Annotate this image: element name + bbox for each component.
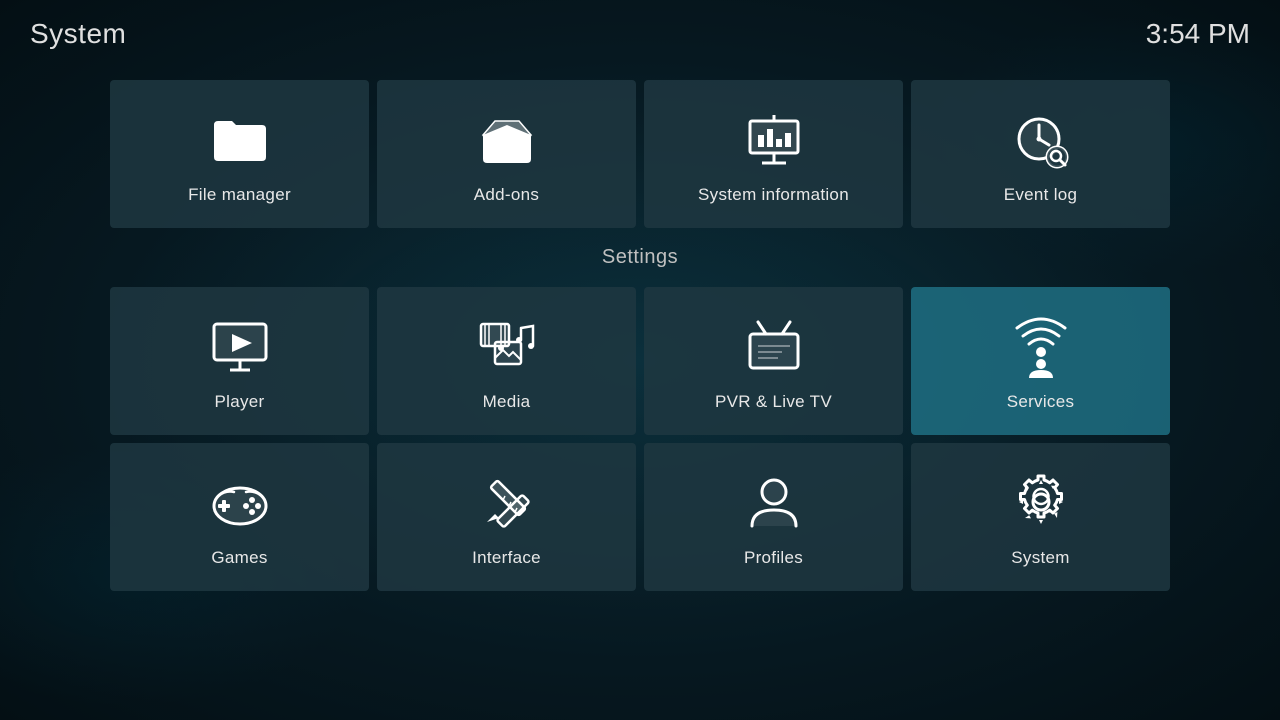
tile-media[interactable]: Media bbox=[377, 287, 636, 435]
settings-section: Settings Player bbox=[110, 246, 1170, 591]
games-icon bbox=[208, 470, 272, 534]
tile-games[interactable]: Games bbox=[110, 443, 369, 591]
profiles-icon bbox=[742, 470, 806, 534]
media-icon bbox=[475, 314, 539, 378]
tile-interface[interactable]: Interface bbox=[377, 443, 636, 591]
tile-file-manager-label: File manager bbox=[188, 185, 291, 205]
tile-event-log-label: Event log bbox=[1004, 185, 1078, 205]
player-icon bbox=[208, 314, 272, 378]
system-icon bbox=[1009, 470, 1073, 534]
tile-player-label: Player bbox=[215, 392, 265, 412]
add-ons-icon bbox=[475, 107, 539, 171]
system-information-icon bbox=[742, 107, 806, 171]
event-log-icon bbox=[1009, 107, 1073, 171]
tile-system-information[interactable]: System information bbox=[644, 80, 903, 228]
content: File manager Add-ons bbox=[110, 80, 1170, 680]
tile-file-manager[interactable]: File manager bbox=[110, 80, 369, 228]
tile-system[interactable]: System bbox=[911, 443, 1170, 591]
tile-event-log[interactable]: Event log bbox=[911, 80, 1170, 228]
tile-pvr-live-tv-label: PVR & Live TV bbox=[715, 392, 832, 412]
settings-row-1: Player bbox=[110, 287, 1170, 435]
clock: 3:54 PM bbox=[1146, 18, 1250, 50]
interface-icon bbox=[475, 470, 539, 534]
tile-profiles-label: Profiles bbox=[744, 548, 803, 568]
file-manager-icon bbox=[208, 107, 272, 171]
tile-services[interactable]: Services bbox=[911, 287, 1170, 435]
tile-interface-label: Interface bbox=[472, 548, 541, 568]
tile-system-information-label: System information bbox=[698, 185, 849, 205]
settings-label: Settings bbox=[110, 246, 1170, 269]
tile-add-ons-label: Add-ons bbox=[474, 185, 539, 205]
page-title: System bbox=[30, 18, 126, 50]
tile-services-label: Services bbox=[1007, 392, 1075, 412]
top-row: File manager Add-ons bbox=[110, 80, 1170, 228]
tile-pvr-live-tv[interactable]: PVR & Live TV bbox=[644, 287, 903, 435]
tile-add-ons[interactable]: Add-ons bbox=[377, 80, 636, 228]
services-icon bbox=[1009, 314, 1073, 378]
pvr-live-tv-icon bbox=[742, 314, 806, 378]
tile-media-label: Media bbox=[483, 392, 531, 412]
tile-system-label: System bbox=[1011, 548, 1069, 568]
header: System 3:54 PM bbox=[0, 0, 1280, 68]
tile-profiles[interactable]: Profiles bbox=[644, 443, 903, 591]
tile-games-label: Games bbox=[211, 548, 267, 568]
settings-row-2: Games bbox=[110, 443, 1170, 591]
tile-player[interactable]: Player bbox=[110, 287, 369, 435]
